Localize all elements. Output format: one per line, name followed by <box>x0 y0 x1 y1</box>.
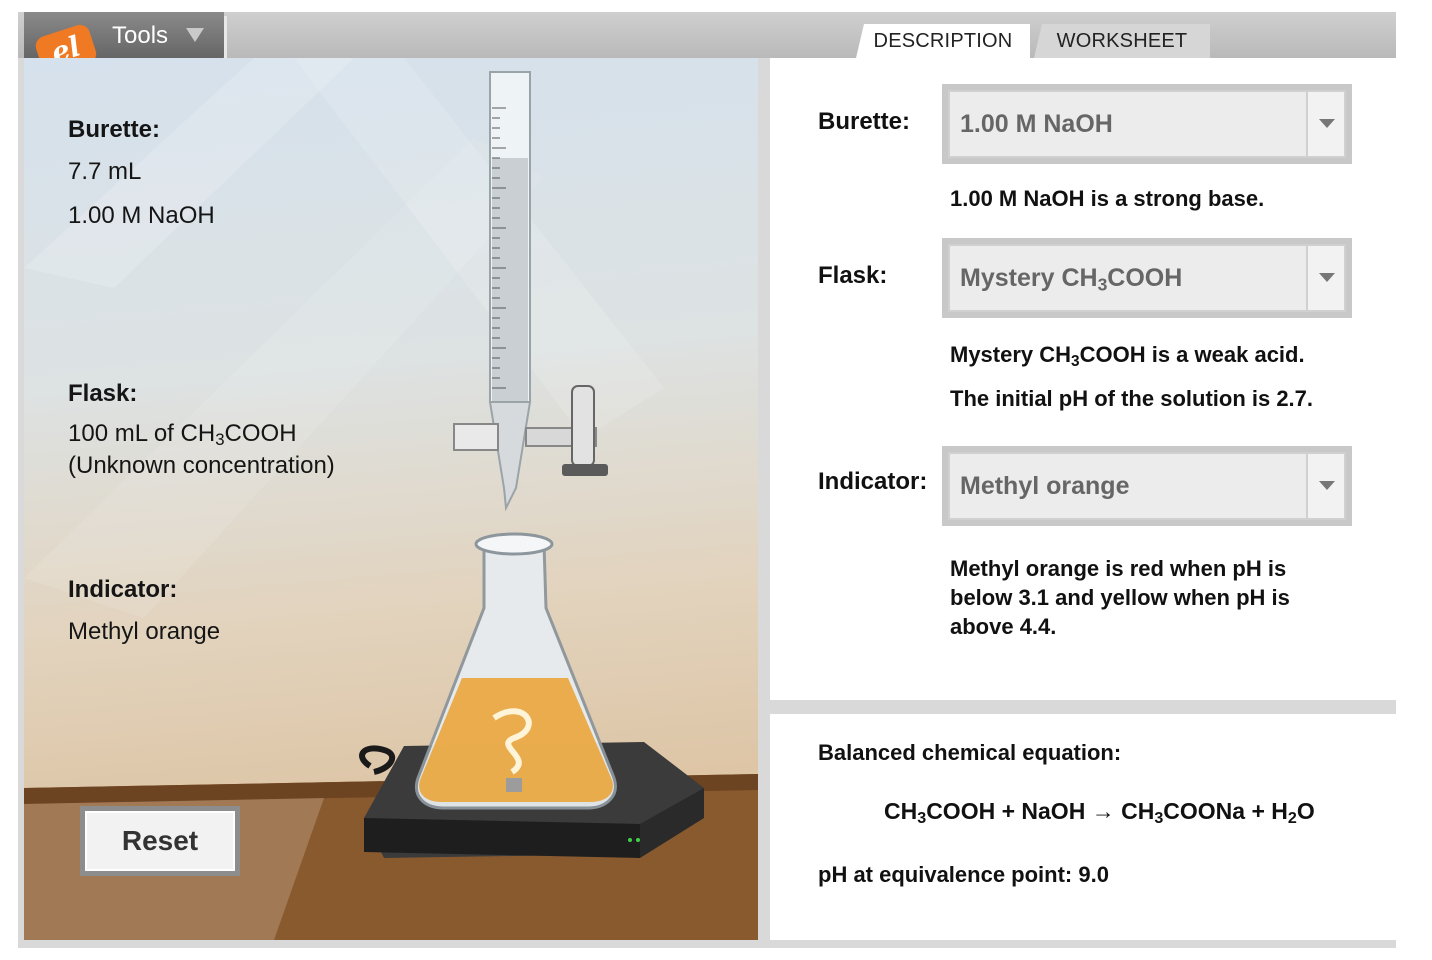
chevron-down-icon[interactable] <box>1306 92 1344 156</box>
top-bar: el Tools DESCRIPTION WORKSHEET <box>18 12 1396 78</box>
flask-on-stir-plate-illustration <box>359 532 704 858</box>
chevron-down-icon <box>186 28 204 42</box>
indicator-description-line2: below 3.1 and yellow when pH is <box>950 585 1290 610</box>
flask-description: Mystery CH3COOH is a weak acid. <box>950 342 1305 370</box>
burette-description: 1.00 M NaOH is a strong base. <box>950 186 1265 211</box>
indicator-description-line3: above 4.4. <box>950 614 1057 639</box>
burette-illustration <box>453 71 608 512</box>
burette-volume: 7.7 mL <box>68 158 142 185</box>
flask-heading: Flask: <box>68 380 138 407</box>
flask-contents: 100 mL of CH3COOH <box>68 420 297 450</box>
flask-concentration: (Unknown concentration) <box>68 452 335 479</box>
tools-label: Tools <box>112 22 169 49</box>
tab-worksheet[interactable]: WORKSHEET <box>1034 24 1210 58</box>
description-panel: Burette: 1.00 M NaOH 1.00 M NaOH is a st… <box>770 58 1396 700</box>
burette-select[interactable]: 1.00 M NaOH <box>942 84 1352 164</box>
initial-ph-description: The initial pH of the solution is 2.7. <box>950 386 1314 411</box>
equation-heading: Balanced chemical equation: <box>818 740 1122 765</box>
burette-heading: Burette: <box>68 116 161 143</box>
indicator-heading: Indicator: <box>68 576 178 603</box>
indicator-name: Methyl orange <box>68 618 221 645</box>
indicator-select-value: Methyl orange <box>960 472 1130 500</box>
equation-panel: Balanced chemical equation: CH3COOH + Na… <box>770 714 1396 940</box>
indicator-description-line1: Methyl orange is red when pH is <box>950 556 1287 581</box>
simulation-scene: Burette: 7.7 mL 1.00 M NaOH Flask: 100 m… <box>24 58 758 940</box>
balanced-equation: CH3COOH + NaOH → CH3COONa + H2O <box>884 798 1315 828</box>
reset-button[interactable]: Reset <box>80 806 240 876</box>
tab-description[interactable]: DESCRIPTION <box>856 24 1030 58</box>
indicator-field-label: Indicator: <box>818 468 928 495</box>
equivalence-ph: pH at equivalence point: 9.0 <box>818 862 1109 887</box>
indicator-select[interactable]: Methyl orange <box>942 446 1352 526</box>
chevron-down-icon[interactable] <box>1306 246 1344 310</box>
chevron-down-icon[interactable] <box>1306 454 1344 518</box>
flask-select[interactable]: Mystery CH3COOH <box>942 238 1352 318</box>
burette-select-value: 1.00 M NaOH <box>960 110 1113 138</box>
burette-solution: 1.00 M NaOH <box>68 202 215 229</box>
gizmo-window: el Tools DESCRIPTION WORKSHEET Burette: … <box>18 12 1396 948</box>
flask-select-value: Mystery CH3COOH <box>960 264 1183 295</box>
flask-field-label: Flask: <box>818 262 888 289</box>
burette-field-label: Burette: <box>818 108 911 135</box>
